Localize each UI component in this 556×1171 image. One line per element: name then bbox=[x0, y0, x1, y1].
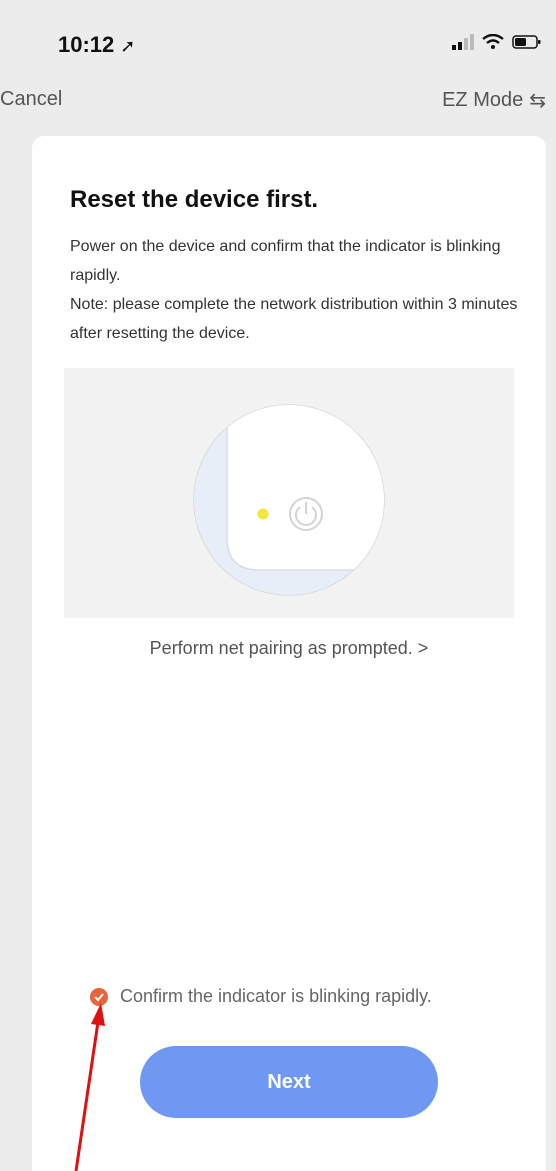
checkmark-icon bbox=[90, 987, 108, 1006]
signal-icon bbox=[452, 34, 474, 50]
next-button[interactable]: Next bbox=[140, 1046, 438, 1118]
location-arrow-icon: ➚ bbox=[120, 36, 136, 56]
instruction-line-2: Note: please complete the network distri… bbox=[70, 296, 518, 342]
device-reset-image bbox=[193, 404, 385, 596]
instructions: Power on the device and confirm that the… bbox=[70, 232, 520, 348]
confirm-label: Confirm the indicator is blinking rapidl… bbox=[120, 986, 432, 1006]
device-illustration bbox=[64, 368, 514, 618]
page-title: Reset the device first. bbox=[70, 186, 319, 213]
net-pairing-link[interactable]: Perform net pairing as prompted. > bbox=[32, 638, 546, 659]
status-time: 10:12 ➚ bbox=[58, 32, 135, 58]
confirm-checkbox[interactable]: Confirm the indicator is blinking rapidl… bbox=[90, 986, 432, 1007]
status-icons bbox=[452, 34, 542, 50]
switch-arrows-icon: ⇆ bbox=[529, 90, 546, 112]
ez-mode-label: EZ Mode bbox=[442, 89, 524, 111]
clock-text: 10:12 bbox=[58, 32, 115, 57]
nav-bar: Cancel EZ Mode ⇆ bbox=[0, 80, 556, 124]
content-card: Reset the device first. Power on the dev… bbox=[32, 136, 546, 1171]
ez-mode-button[interactable]: EZ Mode ⇆ bbox=[442, 88, 546, 113]
wifi-icon bbox=[482, 34, 504, 49]
cancel-button[interactable]: Cancel bbox=[0, 88, 62, 111]
indicator-light-icon bbox=[257, 508, 269, 520]
instruction-line-1: Power on the device and confirm that the… bbox=[70, 238, 501, 284]
status-bar: 10:12 ➚ bbox=[0, 0, 556, 80]
battery-icon bbox=[512, 35, 541, 49]
